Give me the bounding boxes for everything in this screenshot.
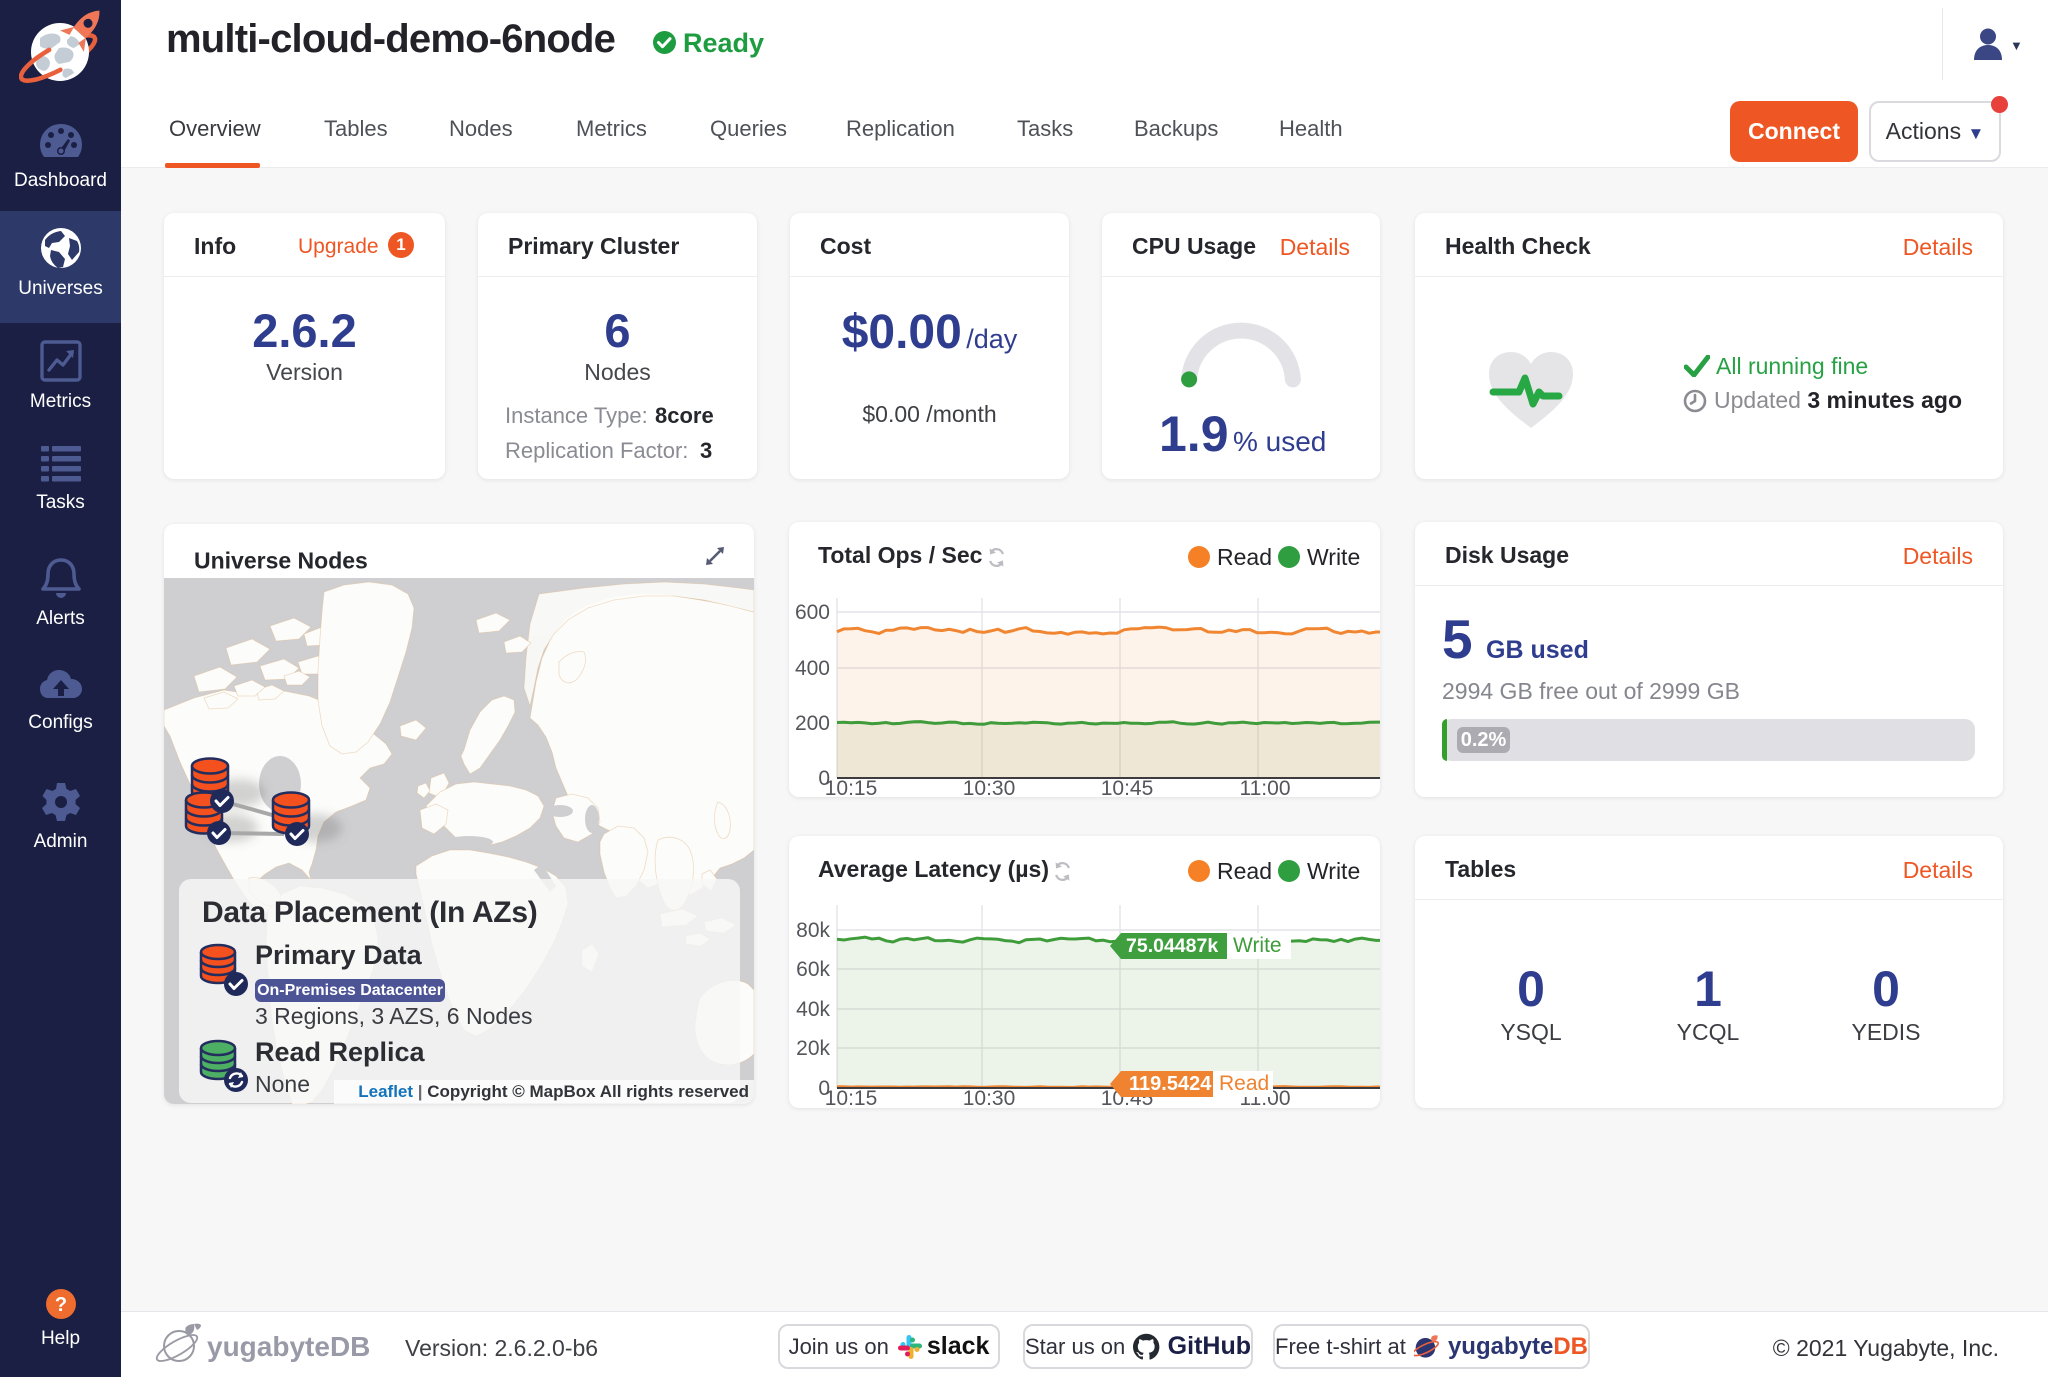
svg-text:10:30: 10:30 xyxy=(963,1087,1016,1108)
svg-text:10:30: 10:30 xyxy=(963,777,1016,797)
svg-text:75.04487k: 75.04487k xyxy=(1126,935,1218,957)
svg-text:?: ? xyxy=(54,1294,66,1316)
svg-text:Write: Write xyxy=(1233,934,1282,957)
svg-text:10:15: 10:15 xyxy=(825,1087,878,1108)
svg-text:40k: 40k xyxy=(796,998,830,1021)
svg-text:20k: 20k xyxy=(796,1037,830,1060)
svg-text:60k: 60k xyxy=(796,958,830,981)
svg-text:119.5424: 119.5424 xyxy=(1129,1073,1212,1095)
svg-text:200: 200 xyxy=(795,712,830,735)
svg-text:11:00: 11:00 xyxy=(1240,777,1291,797)
svg-text:400: 400 xyxy=(795,657,830,680)
svg-text:10:15: 10:15 xyxy=(825,777,878,797)
svg-text:10:45: 10:45 xyxy=(1101,777,1154,797)
svg-text:80k: 80k xyxy=(796,919,830,942)
svg-text:Read: Read xyxy=(1219,1072,1269,1095)
svg-text:600: 600 xyxy=(795,601,830,624)
